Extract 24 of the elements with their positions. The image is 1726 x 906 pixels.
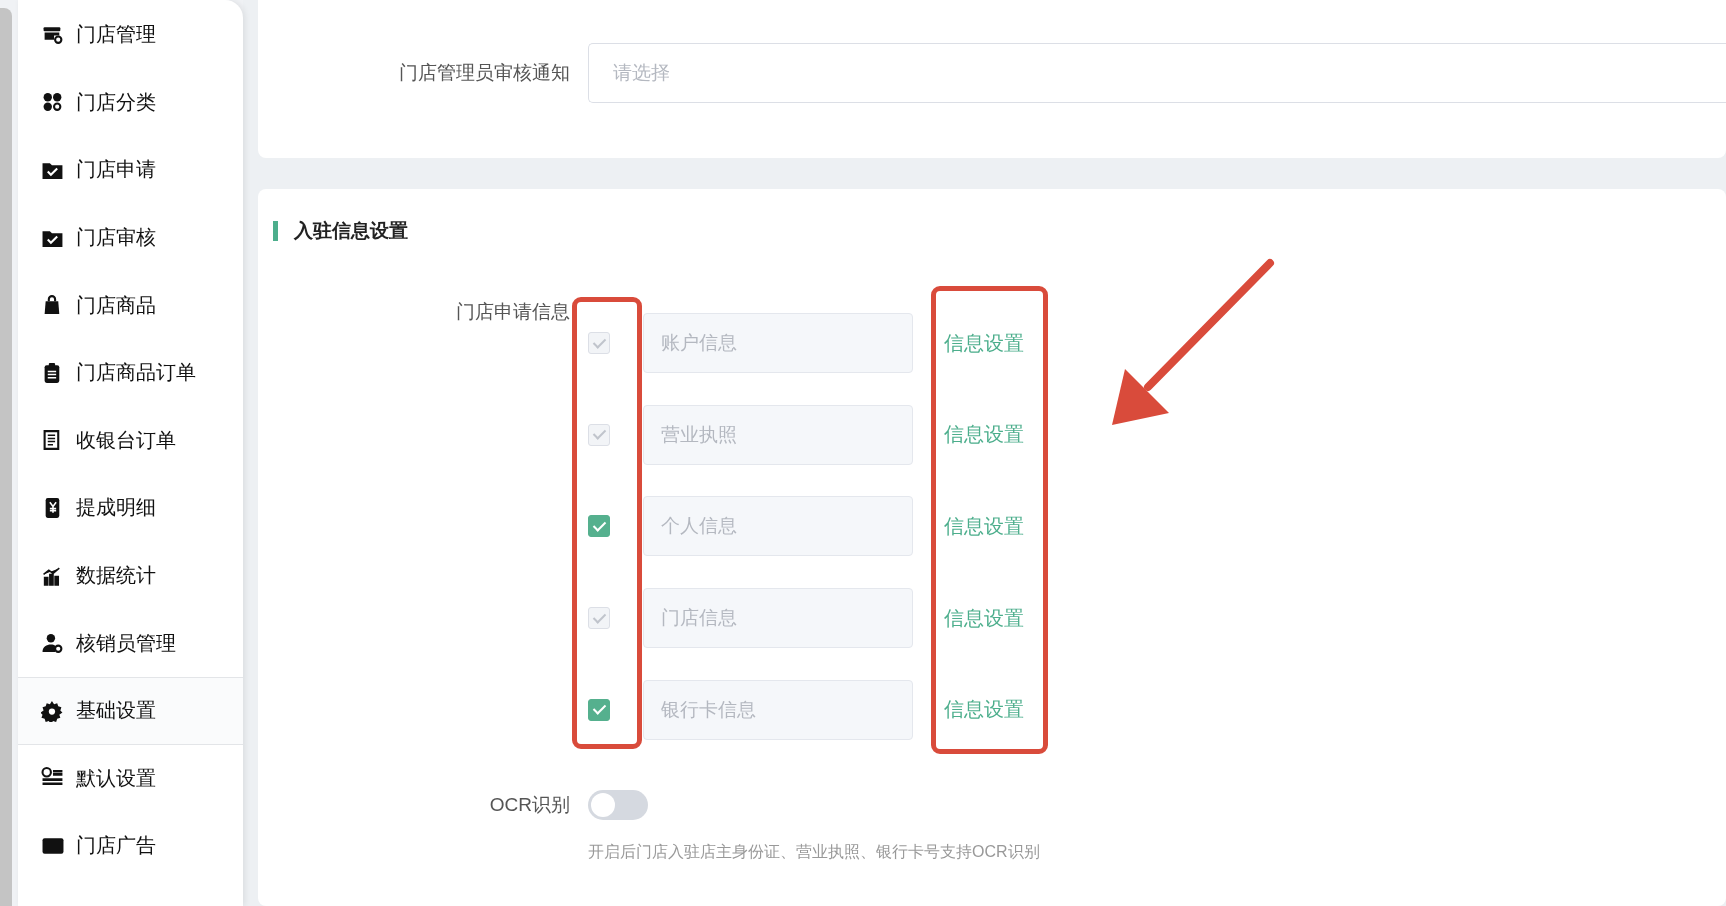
checkbox[interactable] [588, 698, 610, 721]
sidebar-item[interactable]: 门店管理 [18, 1, 243, 69]
menu-item-icon [41, 632, 65, 655]
field-label: 门店申请信息 [455, 300, 571, 324]
sidebar-item[interactable]: 门店分类 [18, 68, 243, 137]
field-label: OCR识别 [488, 792, 571, 817]
sidebar-item[interactable]: 门店申请 [18, 136, 243, 204]
hint-text: 开启后门店入驻店主身份证、营业执照、银行卡号支持OCR识别 [588, 841, 1041, 862]
toggle-switch[interactable] [588, 789, 648, 820]
sidebar-item[interactable]: 门店审核 [18, 203, 243, 272]
checkbox[interactable] [588, 515, 610, 538]
sidebar-item[interactable]: 门店商品 [18, 271, 243, 339]
sidebar-item[interactable]: 门店商品订单 [18, 338, 243, 407]
sidebar-item[interactable]: 核销员管理 [18, 609, 243, 677]
sidebar-item[interactable]: 默认设置 [18, 744, 243, 813]
menu-item-icon [41, 699, 65, 722]
sidebar-item[interactable]: 收银台订单 [18, 406, 243, 475]
field-label: 门店管理员审核通知 [398, 61, 571, 85]
sidebar-item[interactable]: 提成明细 [18, 474, 243, 542]
sidebar-item[interactable]: 基础设置 [18, 676, 243, 745]
section-marker [273, 221, 278, 241]
sidebar-item[interactable]: 门店广告 [18, 812, 243, 880]
sidebar-item[interactable]: 数据统计 [18, 541, 243, 610]
section-title: 入驻信息设置 [294, 219, 408, 243]
